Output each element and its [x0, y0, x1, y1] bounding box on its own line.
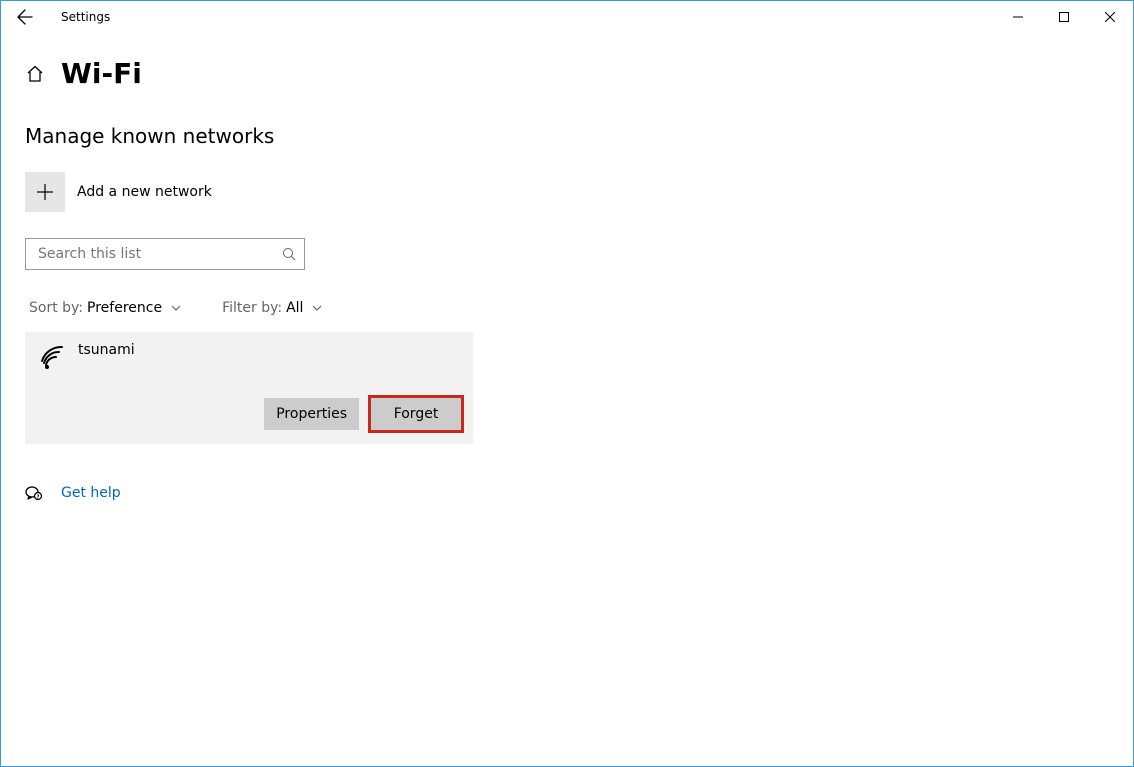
properties-button[interactable]: Properties [264, 398, 359, 430]
minimize-icon [1013, 12, 1023, 22]
chevron-down-icon [170, 302, 182, 314]
settings-window: Settings [0, 0, 1134, 767]
titlebar: Settings [1, 1, 1133, 33]
network-header: tsunami [40, 344, 461, 370]
filter-by-label: Filter by: [222, 300, 282, 316]
plus-icon [36, 183, 54, 201]
filter-by-value: All [286, 300, 303, 316]
section-title: Manage known networks [25, 124, 1133, 148]
get-help-link[interactable]: Get help [61, 485, 121, 501]
back-arrow-icon [17, 9, 33, 25]
minimize-button[interactable] [995, 1, 1041, 33]
add-network-button[interactable]: Add a new network [25, 172, 1133, 212]
network-item[interactable]: tsunami Properties Forget [25, 332, 473, 444]
filter-by-dropdown[interactable]: Filter by: All [222, 300, 323, 316]
svg-text:?: ? [37, 495, 40, 501]
sort-by-label: Sort by: [29, 300, 83, 316]
close-button[interactable] [1087, 1, 1133, 33]
maximize-icon [1059, 12, 1069, 22]
network-name: tsunami [78, 342, 135, 358]
sort-by-dropdown[interactable]: Sort by: Preference [29, 300, 182, 316]
window-title: Settings [61, 10, 110, 24]
home-icon[interactable] [25, 64, 45, 84]
add-network-label: Add a new network [77, 184, 212, 200]
back-button[interactable] [5, 1, 45, 33]
close-icon [1105, 12, 1115, 22]
content-area: Wi-Fi Manage known networks Add a new ne… [1, 33, 1133, 766]
network-actions: Properties Forget [37, 398, 461, 430]
help-icon: ? [25, 484, 43, 502]
sort-by-value: Preference [87, 300, 162, 316]
chevron-down-icon [311, 302, 323, 314]
maximize-button[interactable] [1041, 1, 1087, 33]
wifi-icon [40, 344, 66, 370]
filter-row: Sort by: Preference Filter by: All [29, 300, 1133, 316]
page-header: Wi-Fi [25, 57, 1133, 90]
page-title: Wi-Fi [61, 57, 142, 90]
window-controls [995, 1, 1133, 33]
forget-button[interactable]: Forget [371, 398, 461, 430]
search-input[interactable] [36, 245, 282, 263]
search-box[interactable] [25, 238, 305, 270]
search-icon [282, 247, 296, 261]
get-help-row[interactable]: ? Get help [25, 484, 1133, 502]
plus-box [25, 172, 65, 212]
